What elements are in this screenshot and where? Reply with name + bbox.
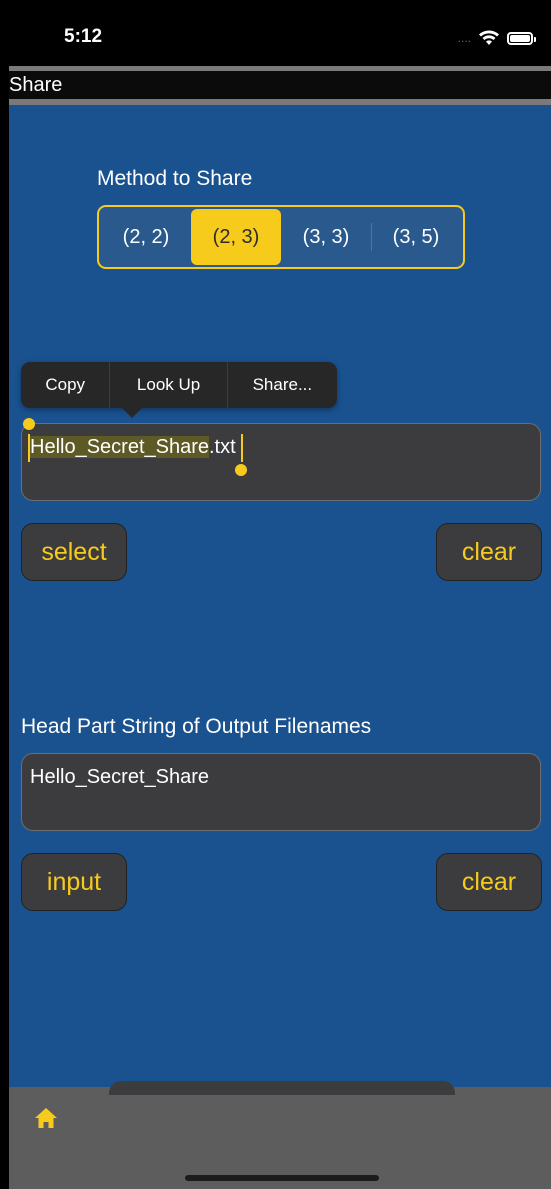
select-button[interactable]: select bbox=[21, 523, 127, 581]
method-option-3-5[interactable]: (3, 5) bbox=[371, 209, 461, 265]
left-frame bbox=[0, 0, 9, 1189]
status-time: 5:12 bbox=[64, 26, 103, 47]
selection-end-knob[interactable] bbox=[235, 464, 247, 476]
signal-dots-icon: .... bbox=[457, 31, 471, 45]
main-content: Method to Share (2, 2) (2, 3) (3, 3) (3,… bbox=[9, 105, 551, 1087]
clear-output-button[interactable]: clear bbox=[436, 853, 542, 911]
input-filename-field[interactable]: Hello_Secret_Share.txt bbox=[21, 418, 541, 501]
status-icons: .... bbox=[457, 30, 536, 46]
title-bar: Share bbox=[9, 71, 551, 99]
clear-file-button[interactable]: clear bbox=[436, 523, 542, 581]
input-button[interactable]: input bbox=[21, 853, 127, 911]
home-indicator[interactable] bbox=[185, 1175, 379, 1181]
selected-text: Hello_Secret_Share bbox=[30, 436, 209, 458]
selection-start-knob[interactable] bbox=[23, 418, 35, 430]
battery-icon bbox=[507, 31, 536, 45]
method-option-2-3[interactable]: (2, 3) bbox=[191, 209, 281, 265]
wifi-icon bbox=[479, 30, 499, 45]
home-icon[interactable] bbox=[33, 1105, 59, 1131]
method-label: Method to Share bbox=[97, 167, 253, 190]
status-bar: 5:12 .... bbox=[9, 0, 551, 68]
unselected-text: .txt bbox=[209, 436, 236, 458]
output-label: Head Part String of Output Filenames bbox=[21, 715, 372, 738]
output-filename-text: Hello_Secret_Share bbox=[30, 766, 209, 788]
text-context-menu: Copy Look Up Share... bbox=[21, 362, 337, 408]
input-filename-text[interactable]: Hello_Secret_Share.txt bbox=[30, 436, 236, 459]
selection-end-handle[interactable] bbox=[241, 434, 243, 462]
method-segmented-control: (2, 2) (2, 3) (3, 3) (3, 5) bbox=[97, 205, 465, 269]
menu-item-share[interactable]: Share... bbox=[226, 362, 337, 408]
context-menu-arrow bbox=[121, 407, 143, 418]
method-option-3-3[interactable]: (3, 3) bbox=[281, 209, 371, 265]
page-title: Share bbox=[9, 74, 63, 96]
menu-item-look-up[interactable]: Look Up bbox=[109, 362, 226, 408]
hidden-button-peek bbox=[109, 1081, 455, 1095]
tab-bar bbox=[9, 1081, 551, 1189]
menu-item-copy[interactable]: Copy bbox=[21, 362, 109, 408]
output-filename-field[interactable]: Hello_Secret_Share bbox=[21, 753, 541, 831]
selection-start-handle[interactable] bbox=[28, 434, 30, 462]
method-option-2-2[interactable]: (2, 2) bbox=[101, 209, 191, 265]
